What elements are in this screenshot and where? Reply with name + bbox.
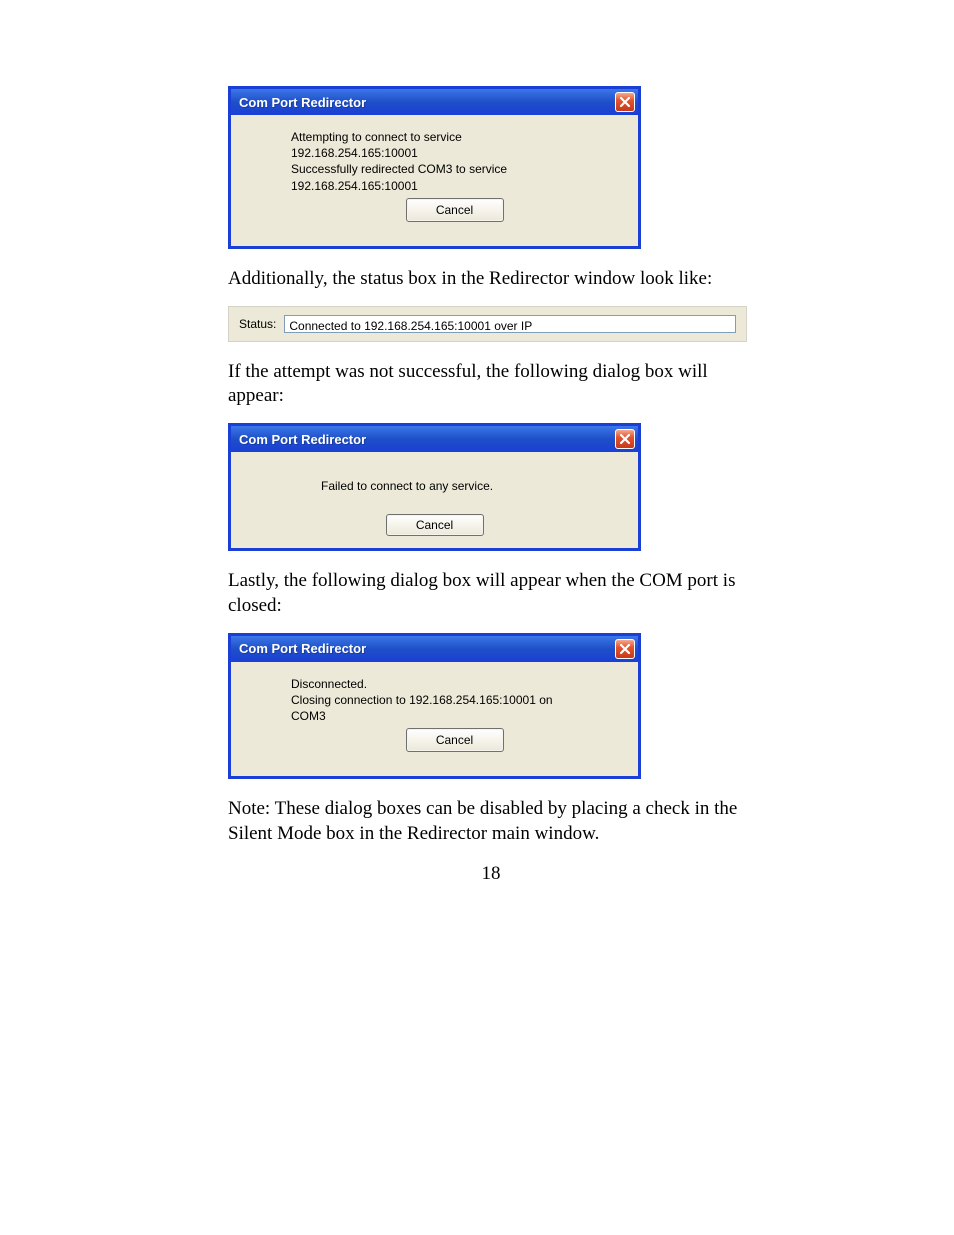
dialog-line: Failed to connect to any service.	[321, 478, 618, 494]
dialog-line: Successfully redirected COM3 to service	[291, 161, 618, 177]
status-label: Status:	[239, 317, 276, 331]
dialog-line: Closing connection to 192.168.254.165:10…	[291, 692, 618, 708]
dialog-titlebar: Com Port Redirector	[231, 426, 638, 452]
cancel-button[interactable]: Cancel	[386, 514, 484, 536]
dialog-title: Com Port Redirector	[239, 641, 366, 656]
body-text: Additionally, the status box in the Redi…	[228, 267, 754, 292]
body-text: If the attempt was not successful, the f…	[228, 360, 754, 409]
dialog-disconnected: Com Port Redirector Disconnected. Closin…	[228, 633, 641, 780]
dialog-line: 192.168.254.165:10001	[291, 145, 618, 161]
status-field: Connected to 192.168.254.165:10001 over …	[284, 315, 736, 333]
dialog-line: 192.168.254.165:10001	[291, 178, 618, 194]
close-icon[interactable]	[615, 639, 635, 659]
dialog-title: Com Port Redirector	[239, 432, 366, 447]
body-text: Note: These dialog boxes can be disabled…	[228, 797, 754, 846]
close-icon[interactable]	[615, 429, 635, 449]
dialog-connection-success: Com Port Redirector Attempting to connec…	[228, 86, 641, 249]
dialog-titlebar: Com Port Redirector	[231, 89, 638, 115]
dialog-connection-failed: Com Port Redirector Failed to connect to…	[228, 423, 641, 551]
close-icon[interactable]	[615, 92, 635, 112]
cancel-button[interactable]: Cancel	[406, 198, 504, 222]
body-text: Lastly, the following dialog box will ap…	[228, 569, 754, 618]
dialog-titlebar: Com Port Redirector	[231, 636, 638, 662]
page-number: 18	[228, 863, 754, 885]
cancel-button[interactable]: Cancel	[406, 728, 504, 752]
dialog-line: COM3	[291, 708, 618, 724]
dialog-line: Disconnected.	[291, 676, 618, 692]
dialog-message: Disconnected. Closing connection to 192.…	[231, 662, 638, 777]
dialog-line: Attempting to connect to service	[291, 129, 618, 145]
document-page: Com Port Redirector Attempting to connec…	[0, 0, 954, 965]
status-bar: Status: Connected to 192.168.254.165:100…	[228, 306, 747, 342]
dialog-message: Failed to connect to any service.	[231, 452, 638, 514]
dialog-message: Attempting to connect to service 192.168…	[231, 115, 638, 246]
dialog-title: Com Port Redirector	[239, 95, 366, 110]
